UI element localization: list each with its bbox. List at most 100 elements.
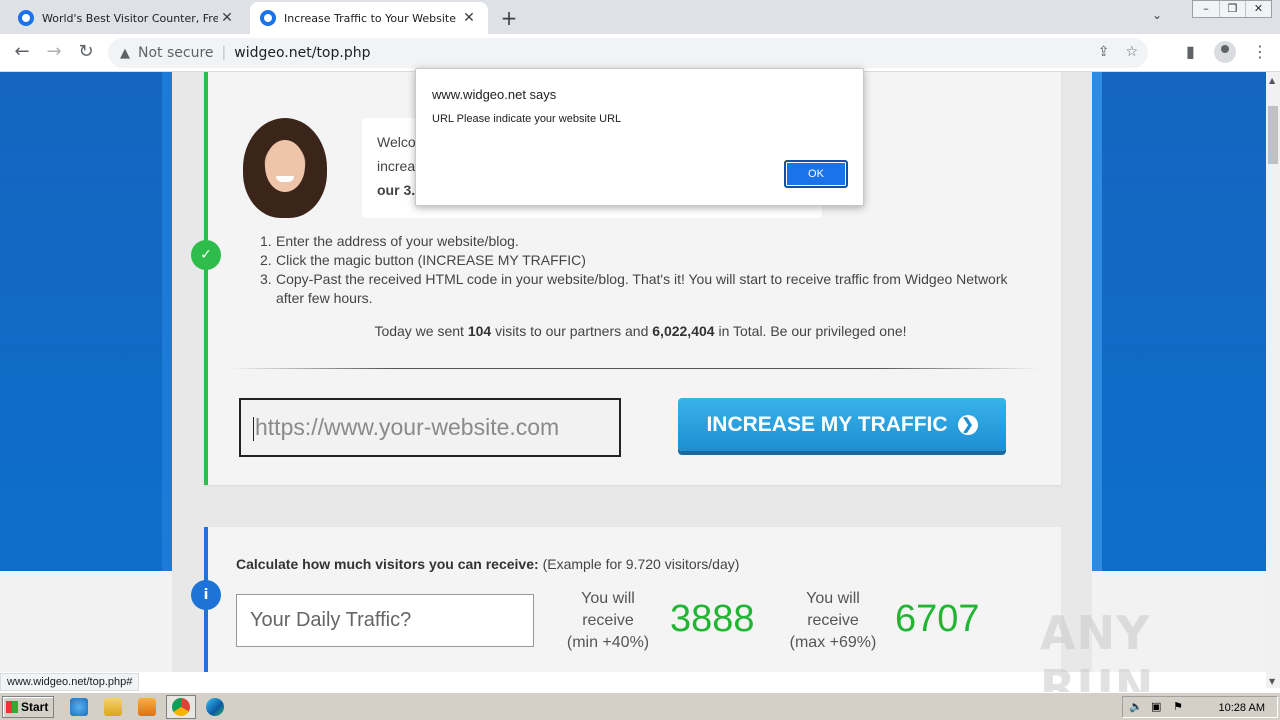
vertical-scrollbar[interactable]: ▲ ▼	[1266, 72, 1280, 688]
scroll-up-icon[interactable]: ▲	[1269, 76, 1275, 85]
chrome-taskbar-button[interactable]	[166, 695, 196, 719]
separator: |	[221, 45, 227, 61]
calculator-example: (Example for 9.720 visitors/day)	[542, 556, 740, 572]
restore-icon[interactable]: ❐	[1219, 1, 1245, 17]
page-frame-right	[1092, 72, 1102, 571]
address-bar[interactable]: ▲ Not secure | widgeo.net/top.php ⇪ ☆	[108, 38, 1148, 68]
calculator-heading: Calculate how much visitors you can rece…	[236, 556, 539, 572]
welcome-text: Welco increa our 3.	[377, 130, 417, 202]
tab-visitor-counter[interactable]: World's Best Visitor Counter, Free hi ✕	[8, 2, 246, 34]
link-status-bar: www.widgeo.net/top.php#	[0, 673, 140, 691]
dialog-origin: www.widgeo.net says	[432, 87, 557, 102]
min-visitors-value: 3888	[670, 598, 755, 640]
chevron-right-icon: ❯	[957, 414, 978, 435]
network-icon[interactable]: ▣	[1151, 700, 1161, 713]
max-line: receive	[807, 612, 859, 629]
forward-icon[interactable]: →	[42, 40, 66, 64]
volume-icon[interactable]: 🔈	[1129, 700, 1143, 713]
min-line: receive	[582, 612, 634, 629]
page-background-right	[1092, 72, 1266, 571]
close-window-icon[interactable]: ✕	[1245, 1, 1271, 17]
widgeo-favicon-icon	[260, 10, 276, 26]
system-tray: 🔈 ▣ ⚑ 10:28 AM	[1122, 696, 1278, 718]
list-item: 2. Click the magic button (INCREASE MY T…	[260, 251, 1030, 270]
min-line: (min +40%)	[566, 634, 650, 651]
welcome-line: Welco	[377, 134, 416, 150]
side-panel-icon[interactable]: ▮	[1186, 42, 1195, 61]
step-number: 2.	[260, 252, 272, 268]
max-receive-label: You will receive (max +69%)	[783, 588, 883, 654]
today-prefix: Today we sent	[374, 323, 464, 339]
alert-dialog: www.widgeo.net says URL Please indicate …	[415, 68, 864, 206]
tab-title: World's Best Visitor Counter, Free hi	[42, 11, 218, 25]
edge-icon[interactable]	[206, 698, 224, 716]
today-visits: 104	[467, 323, 492, 339]
welcome-line: increa	[377, 158, 416, 174]
internet-explorer-icon[interactable]	[70, 698, 88, 716]
tab-search-chevron-icon[interactable]: ⌄	[1152, 8, 1162, 22]
max-line: You will	[806, 590, 860, 607]
ok-button[interactable]: OK	[784, 160, 848, 188]
website-url-input[interactable]: https://www.your-website.com	[239, 398, 621, 457]
file-explorer-icon[interactable]	[104, 698, 122, 716]
start-button[interactable]: Start	[2, 696, 54, 718]
max-visitors-value: 6707	[895, 598, 980, 640]
list-item: 1. Enter the address of your website/blo…	[260, 232, 1030, 251]
page-frame-left	[162, 72, 172, 571]
new-tab-button[interactable]: +	[498, 6, 520, 30]
today-stats: Today we sent 104 visits to our partners…	[206, 323, 1075, 339]
step-number: 3.	[260, 271, 272, 287]
clock: 10:28 AM	[1218, 702, 1265, 714]
windows-logo-icon	[6, 701, 18, 713]
url-text: widgeo.net/top.php	[234, 45, 371, 61]
step-number: 1.	[260, 233, 272, 249]
tab-strip: World's Best Visitor Counter, Free hi ✕ …	[0, 0, 1280, 34]
today-suffix: in Total. Be our privileged one!	[718, 323, 907, 339]
close-icon[interactable]: ✕	[218, 10, 236, 26]
profile-avatar-icon[interactable]	[1214, 41, 1236, 63]
url-placeholder: https://www.your-website.com	[255, 414, 560, 440]
info-icon: i	[191, 580, 221, 610]
tab-increase-traffic[interactable]: Increase Traffic to Your Website by ✕	[250, 2, 488, 34]
today-total: 6,022,404	[652, 323, 715, 339]
divider	[230, 368, 1040, 369]
bookmark-star-icon[interactable]: ☆	[1125, 44, 1138, 60]
step-text: Copy-Past the received HTML code in your…	[276, 271, 1008, 306]
share-icon[interactable]: ⇪	[1098, 44, 1110, 60]
welcome-line: our 3.	[377, 182, 416, 198]
chrome-icon	[172, 698, 190, 716]
scroll-thumb[interactable]	[1268, 106, 1278, 164]
today-middle: visits to our partners and	[495, 323, 649, 339]
increase-traffic-button[interactable]: INCREASE MY TRAFFIC ❯	[678, 398, 1006, 451]
face	[265, 140, 305, 192]
min-receive-label: You will receive (min +40%)	[558, 588, 658, 654]
list-item: 3. Copy-Past the received HTML code in y…	[260, 270, 1030, 308]
widgeo-favicon-icon	[18, 10, 34, 26]
cta-label: INCREASE MY TRAFFIC	[706, 412, 948, 436]
calculator-title: Calculate how much visitors you can rece…	[236, 556, 739, 572]
check-icon: ✓	[191, 240, 221, 270]
max-line: (max +69%)	[789, 634, 877, 651]
warning-icon[interactable]: ▲	[120, 46, 130, 61]
daily-traffic-input[interactable]: Your Daily Traffic?	[236, 594, 534, 647]
security-label: Not secure	[138, 45, 214, 61]
flag-icon[interactable]: ⚑	[1173, 700, 1183, 713]
window-controls: – ❐ ✕	[1192, 0, 1272, 18]
screen: World's Best Visitor Counter, Free hi ✕ …	[0, 0, 1280, 720]
presenter-photo	[243, 118, 327, 218]
browser-toolbar: ← → ↻ ▲ Not secure | widgeo.net/top.php …	[0, 34, 1280, 72]
start-label: Start	[21, 700, 49, 714]
close-icon[interactable]: ✕	[460, 10, 478, 26]
address-bar-actions: ⇪ ☆	[1098, 44, 1138, 60]
back-icon[interactable]: ←	[10, 40, 34, 64]
min-line: You will	[581, 590, 635, 607]
minimize-icon[interactable]: –	[1193, 1, 1219, 17]
menu-kebab-icon[interactable]: ⋮	[1252, 42, 1268, 61]
taskbar: Start 🔈 ▣ ⚑ 10:28 AM	[0, 692, 1280, 720]
media-player-icon[interactable]	[138, 698, 156, 716]
reload-icon[interactable]: ↻	[74, 40, 98, 64]
step-text: Click the magic button (INCREASE MY TRAF…	[276, 252, 586, 268]
tab-title: Increase Traffic to Your Website by	[284, 11, 460, 25]
page-background-left	[0, 72, 172, 571]
dialog-message: URL Please indicate your website URL	[432, 113, 622, 125]
